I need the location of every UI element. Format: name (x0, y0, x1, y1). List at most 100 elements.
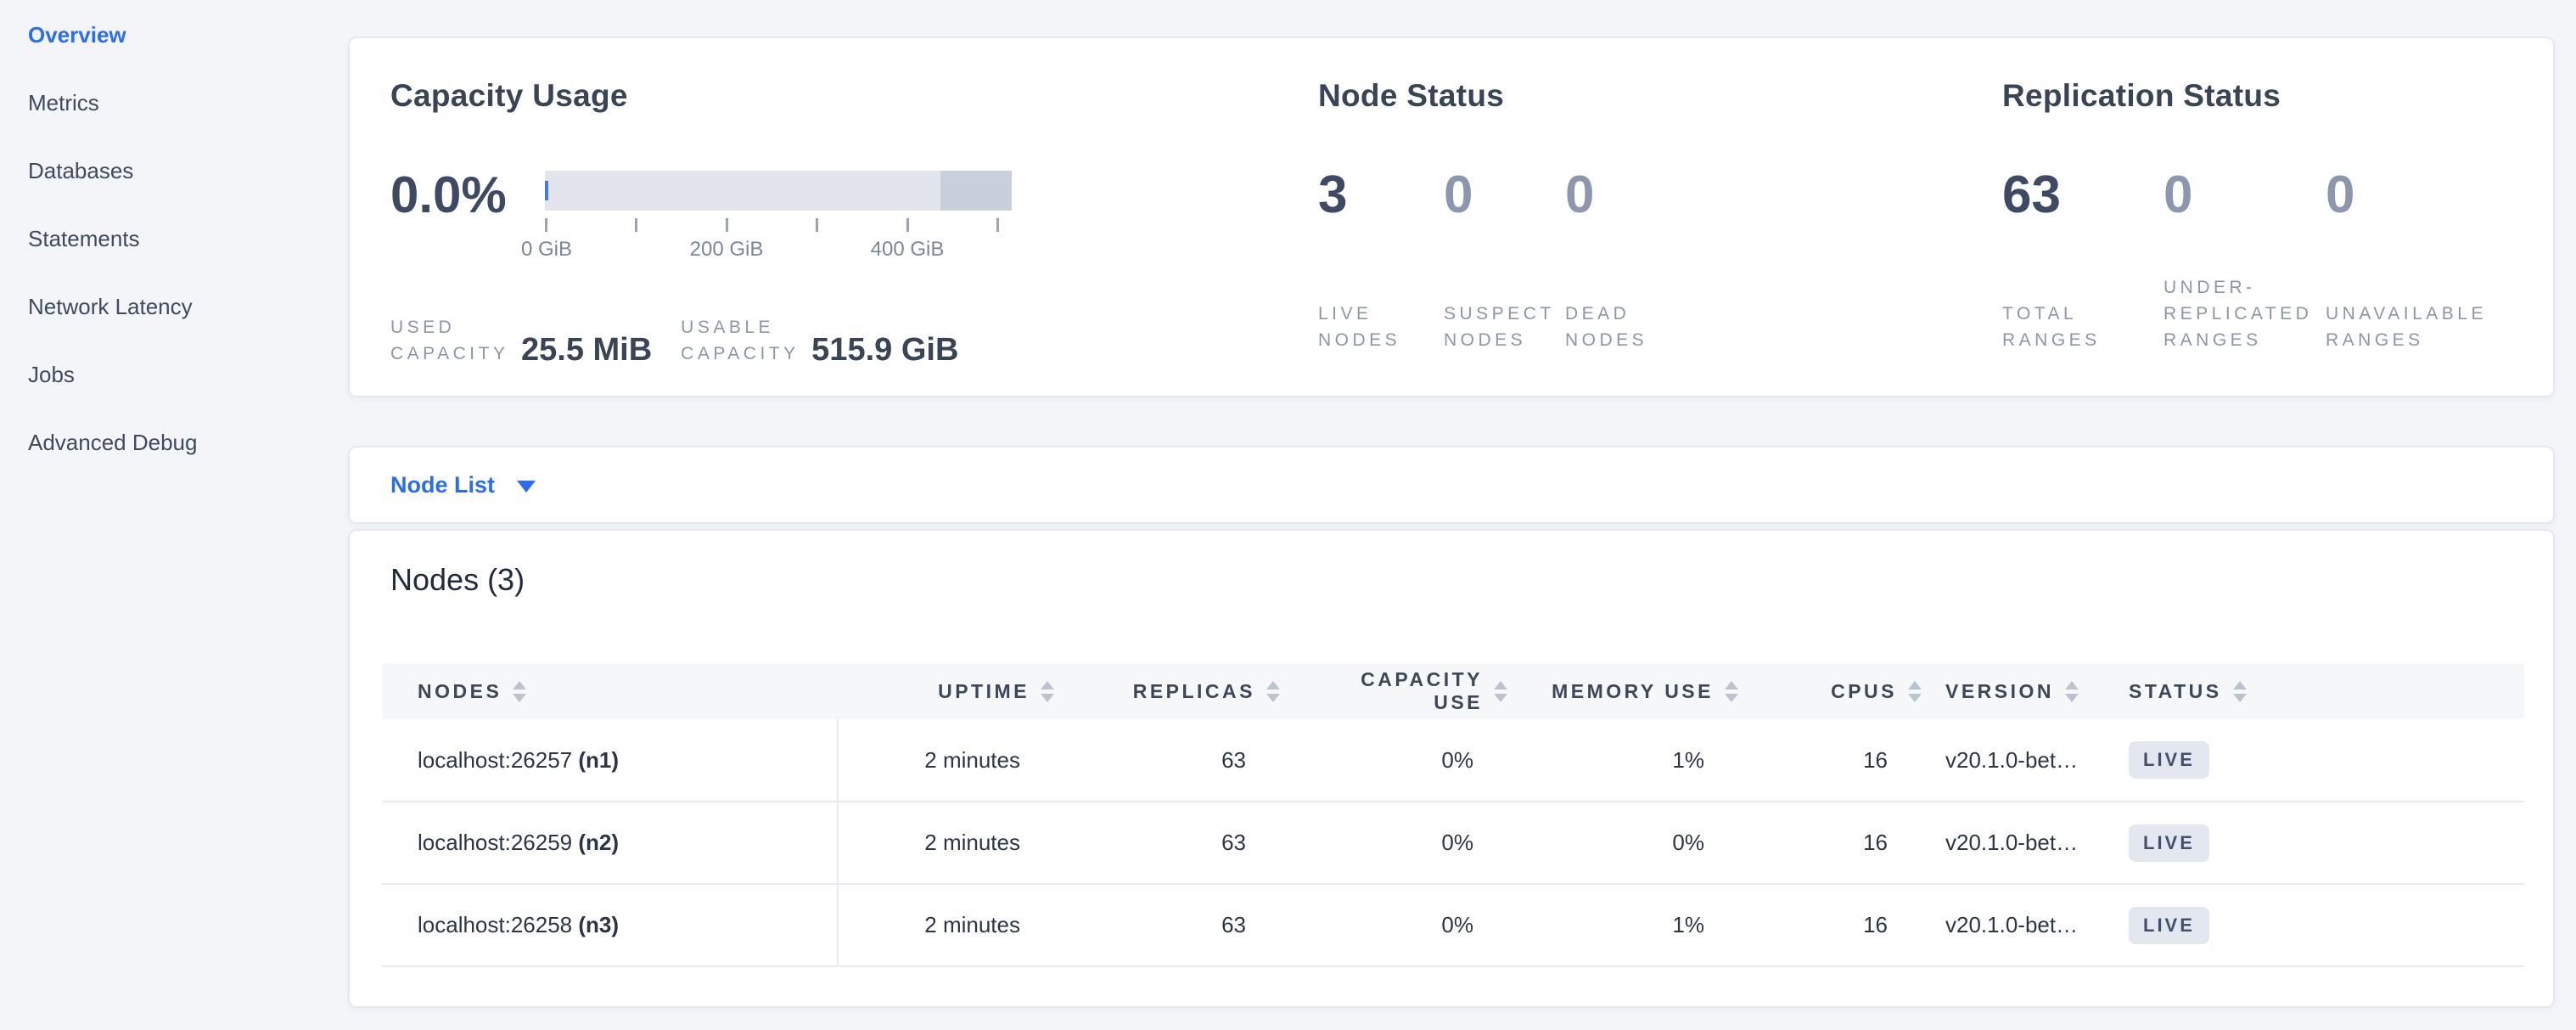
node-address: localhost:26259 (418, 830, 572, 855)
under-replicated-ranges-stat: 0 UNDER-REPLICATED RANGES (2164, 169, 2326, 353)
used-capacity-label: USED CAPACITY (390, 314, 518, 367)
replicas-cell: 63 (1054, 719, 1280, 802)
status-badge: LIVE (2129, 825, 2209, 862)
sidebar-item-advanced-debug[interactable]: Advanced Debug (28, 431, 334, 454)
sidebar-item-statements[interactable]: Statements (28, 228, 334, 250)
replication-status-section: Replication Status 63 TOTAL RANGES 0 UND… (2002, 77, 2512, 362)
column-header-uptime[interactable]: UPTIME (838, 663, 1054, 719)
column-label-version: VERSION (1945, 680, 2054, 703)
node-address-cell[interactable]: localhost:26258 (n3) (382, 884, 838, 966)
status-badge: LIVE (2129, 741, 2209, 779)
node-list-dropdown[interactable]: Node List (390, 472, 536, 498)
nodes-table-card: Nodes (3) NODES UPTIME REPLICAS (348, 529, 2555, 1008)
live-nodes-stat: 3 LIVE NODES (1318, 169, 1444, 353)
column-header-version[interactable]: VERSION (1922, 663, 2115, 719)
node-address: localhost:26257 (418, 747, 572, 773)
column-header-capacity-use[interactable]: CAPACITY USE (1280, 663, 1507, 719)
sort-icon[interactable] (1725, 681, 1738, 702)
sort-icon[interactable] (513, 681, 526, 702)
capacity-used-percent: 0.0% (390, 169, 545, 222)
node-address-cell[interactable]: localhost:26257 (n1) (382, 719, 838, 802)
uptime-cell: 2 minutes (838, 884, 1054, 966)
usable-capacity-label: USABLE CAPACITY (681, 314, 808, 367)
sort-icon[interactable] (1041, 681, 1054, 702)
usable-capacity-value: 515.9 GiB (811, 333, 958, 367)
version-cell: v20.1.0-bet… (1922, 802, 2115, 884)
version-cell: v20.1.0-bet… (1922, 884, 2115, 966)
version-cell: v20.1.0-bet… (1922, 719, 2115, 802)
replication-status-title: Replication Status (2002, 77, 2512, 115)
cluster-summary-card: Capacity Usage 0.0% 0 GiB 200 GiB (348, 37, 2555, 397)
sidebar-item-network-latency[interactable]: Network Latency (28, 295, 334, 318)
capacity-usage-title: Capacity Usage (390, 77, 1318, 115)
unavailable-ranges-label: UNAVAILABLE RANGES (2326, 301, 2440, 353)
column-label-status: STATUS (2129, 680, 2222, 703)
dead-nodes-stat: 0 DEAD NODES (1565, 169, 1692, 353)
suspect-nodes-stat: 0 SUSPECT NODES (1444, 169, 1565, 353)
column-header-status[interactable]: STATUS (2115, 663, 2524, 719)
memory-use-cell: 0% (1507, 802, 1738, 884)
main-content: Capacity Usage 0.0% 0 GiB 200 GiB (348, 0, 2555, 1008)
sort-icon[interactable] (1494, 681, 1507, 702)
status-cell: LIVE (2115, 719, 2524, 802)
status-badge: LIVE (2129, 907, 2209, 944)
capacity-axis-ticks (545, 218, 998, 232)
used-capacity-stat: USED CAPACITY 25.5 MiB (390, 314, 652, 367)
node-status-title: Node Status (1318, 77, 2002, 115)
axis-label-0: 0 GiB (521, 238, 572, 262)
under-replicated-ranges-value: 0 (2164, 169, 2326, 222)
node-list-dropdown-label: Node List (390, 472, 495, 498)
node-id: (n3) (578, 912, 619, 937)
column-header-nodes[interactable]: NODES (382, 663, 838, 719)
sort-icon[interactable] (2233, 681, 2247, 702)
column-label-cpus: CPUS (1831, 680, 1897, 703)
column-header-replicas[interactable]: REPLICAS (1054, 663, 1280, 719)
nodes-table: NODES UPTIME REPLICAS CAPACITY USE MEMOR… (382, 663, 2524, 967)
dead-nodes-label: DEAD NODES (1565, 301, 1680, 353)
usable-capacity-stat: USABLE CAPACITY 515.9 GiB (681, 314, 958, 367)
replicas-cell: 63 (1054, 884, 1280, 966)
capacity-bar-used (545, 181, 548, 200)
total-ranges-value: 63 (2002, 169, 2164, 222)
column-header-memory-use[interactable]: MEMORY USE (1507, 663, 1738, 719)
live-nodes-value: 3 (1318, 169, 1444, 222)
nodes-section-title: Nodes (3) (390, 561, 2521, 599)
table-row[interactable]: localhost:26258 (n3) 2 minutes 63 0% 1% … (382, 884, 2524, 966)
status-cell: LIVE (2115, 884, 2524, 966)
column-label-capacity-use: CAPACITY USE (1343, 668, 1483, 714)
sidebar: Overview Metrics Databases Statements Ne… (28, 24, 334, 499)
sort-icon[interactable] (1908, 681, 1922, 702)
column-label-replicas: REPLICAS (1133, 680, 1255, 703)
sidebar-item-overview[interactable]: Overview (28, 24, 334, 47)
uptime-cell: 2 minutes (838, 719, 1054, 802)
cpus-cell: 16 (1738, 884, 1922, 966)
sort-icon[interactable] (1266, 681, 1280, 702)
capacity-axis-labels: 0 GiB 200 GiB 400 GiB (545, 238, 998, 263)
axis-label-400: 400 GiB (871, 238, 945, 262)
column-header-cpus[interactable]: CPUS (1738, 663, 1922, 719)
used-capacity-value: 25.5 MiB (521, 333, 652, 367)
replicas-cell: 63 (1054, 802, 1280, 884)
axis-label-200: 200 GiB (690, 238, 764, 262)
status-cell: LIVE (2115, 802, 2524, 884)
capacity-use-cell: 0% (1280, 884, 1507, 966)
table-row[interactable]: localhost:26257 (n1) 2 minutes 63 0% 1% … (382, 719, 2524, 802)
capacity-use-cell: 0% (1280, 802, 1507, 884)
chevron-down-icon (517, 481, 536, 492)
node-id: (n2) (578, 830, 619, 855)
memory-use-cell: 1% (1507, 884, 1738, 966)
cpus-cell: 16 (1738, 719, 1922, 802)
sidebar-item-jobs[interactable]: Jobs (28, 363, 334, 386)
node-id: (n1) (578, 747, 619, 773)
column-label-uptime: UPTIME (938, 680, 1030, 703)
table-row[interactable]: localhost:26259 (n2) 2 minutes 63 0% 0% … (382, 802, 2524, 884)
sort-icon[interactable] (2065, 681, 2079, 702)
unavailable-ranges-stat: 0 UNAVAILABLE RANGES (2326, 169, 2512, 353)
node-status-section: Node Status 3 LIVE NODES 0 SUSPECT NODES… (1318, 77, 2002, 362)
capacity-usage-section: Capacity Usage 0.0% 0 GiB 200 GiB (390, 77, 1318, 362)
node-address-cell[interactable]: localhost:26259 (n2) (382, 802, 838, 884)
live-nodes-label: LIVE NODES (1318, 301, 1433, 353)
sidebar-item-metrics[interactable]: Metrics (28, 92, 334, 115)
memory-use-cell: 1% (1507, 719, 1738, 802)
sidebar-item-databases[interactable]: Databases (28, 160, 334, 183)
